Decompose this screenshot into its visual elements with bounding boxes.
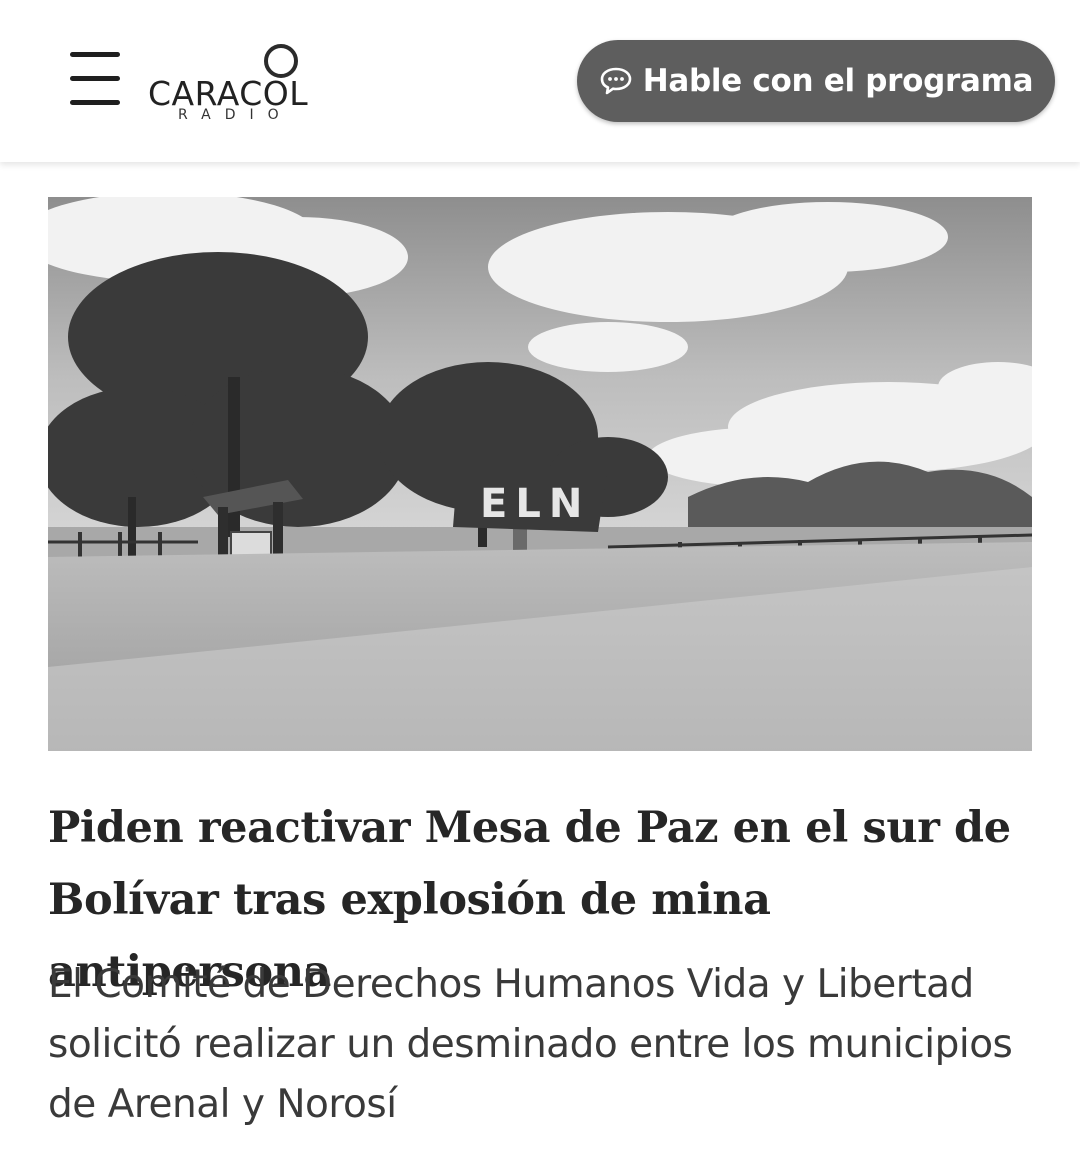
logo-ring-icon [264,44,298,78]
hero-photo: ELN [48,197,1032,751]
caracol-radio-logo[interactable]: CARACOL RADIO [148,42,308,124]
article-summary: El Comité de Derechos Humanos Vida y Lib… [48,962,1013,1127]
logo-subtitle: RADIO [178,107,293,123]
top-header: CARACOL RADIO Hable con el programa [0,0,1080,162]
article-hero-image[interactable]: ELN [48,197,1032,751]
chat-bubble-icon [600,67,632,95]
hable-con-el-programa-button[interactable]: Hable con el programa [577,40,1055,122]
cta-label: Hable con el programa [642,63,1034,99]
eln-banner-text: ELN [480,481,590,527]
hamburger-menu-icon[interactable] [70,52,122,108]
